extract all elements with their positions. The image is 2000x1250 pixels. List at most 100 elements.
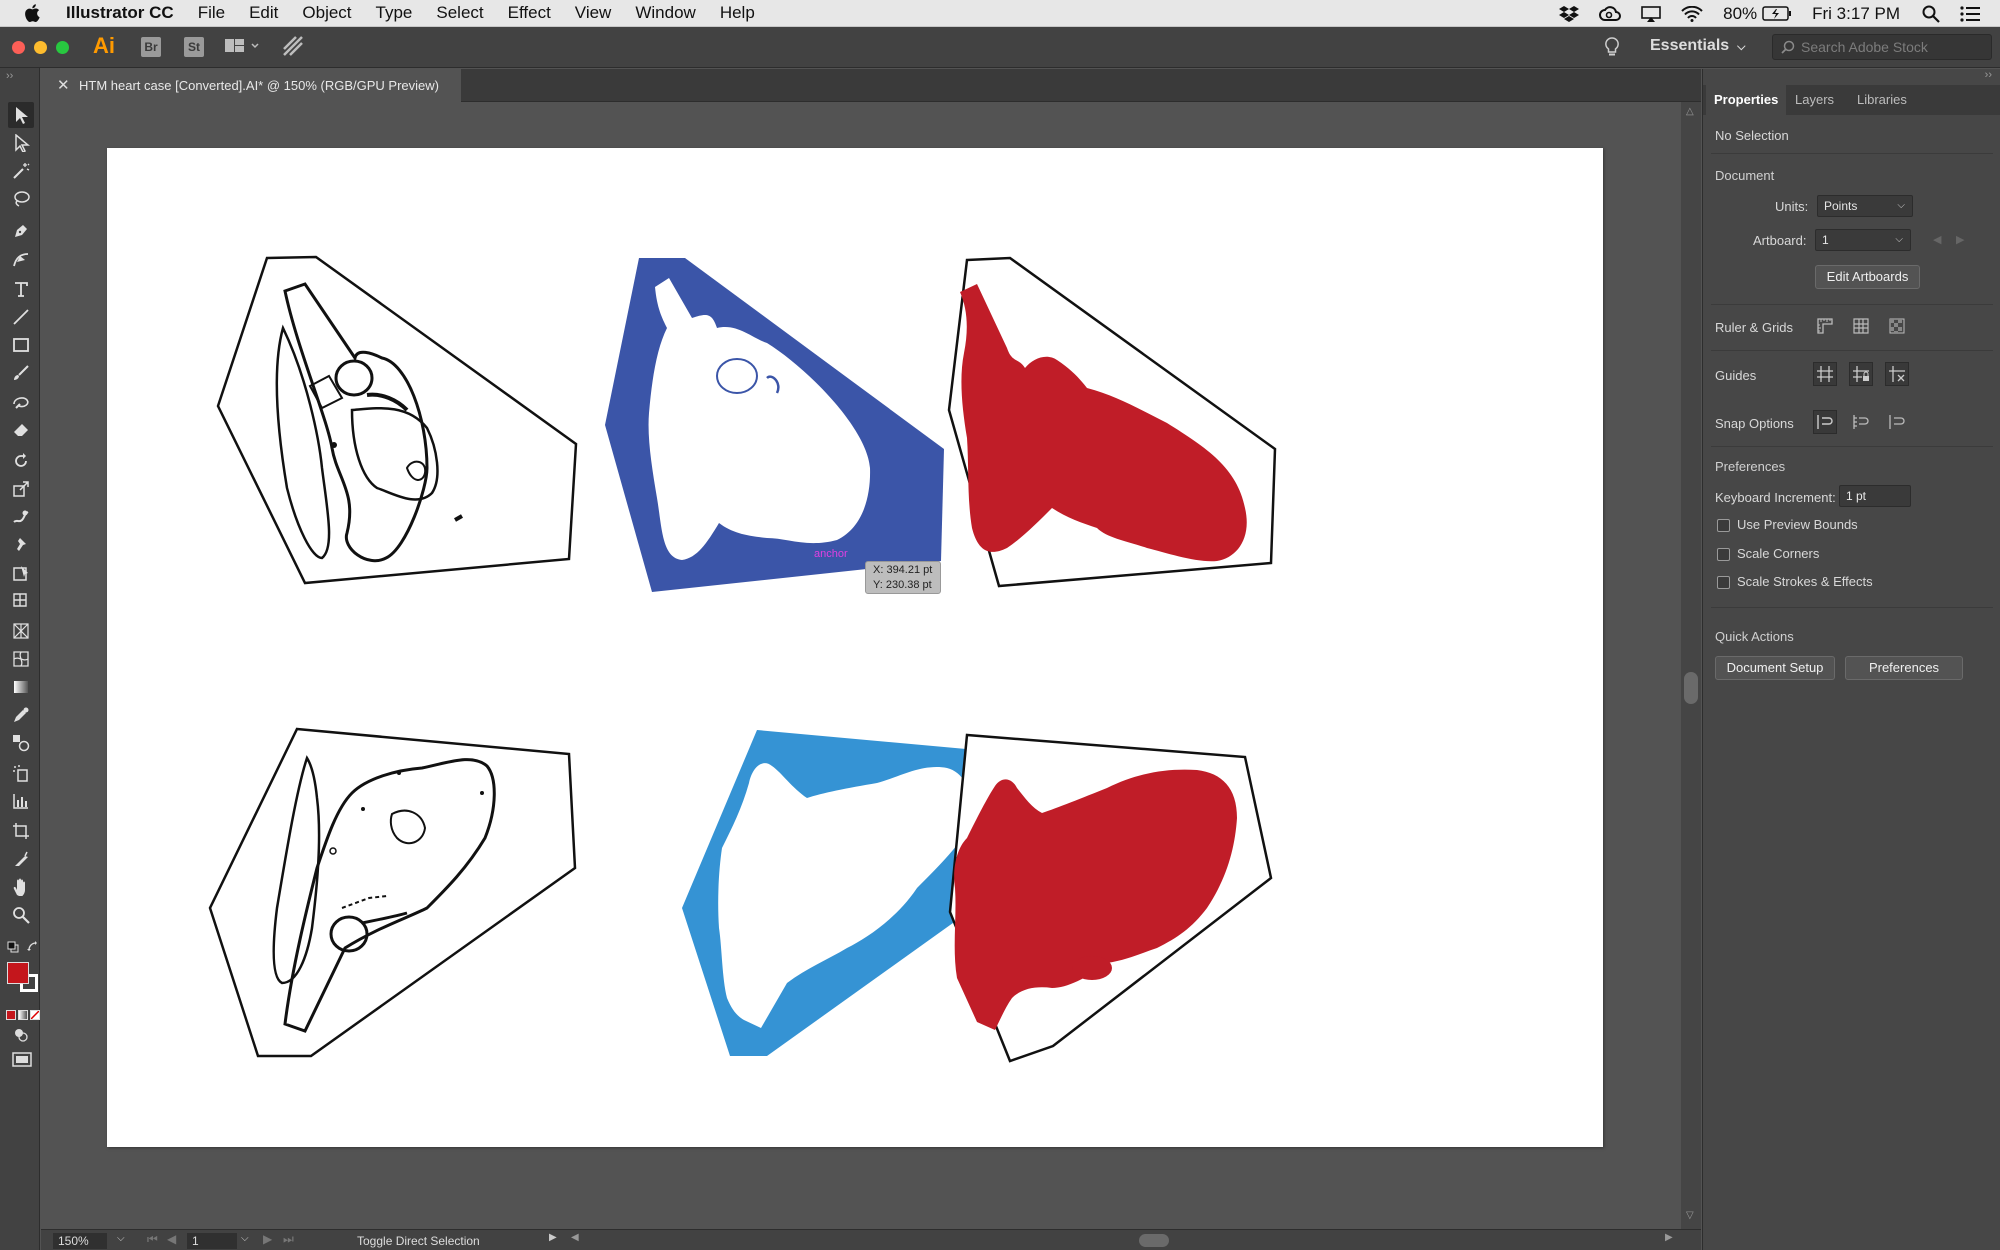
perspective-grid-tool[interactable] (8, 618, 34, 644)
apple-icon[interactable] (22, 2, 44, 24)
tab-layers[interactable]: Layers (1787, 85, 1842, 115)
color-mode-color-icon[interactable] (6, 1010, 16, 1020)
artboard[interactable]: anchor X: 394.21 pt Y: 230.38 pt (107, 148, 1603, 1147)
menu-effect[interactable]: Effect (508, 3, 551, 23)
color-mode-gradient-icon[interactable] (18, 1010, 28, 1020)
color-mode-none-icon[interactable] (30, 1010, 40, 1020)
scroll-right-icon[interactable]: ▶ (1665, 1232, 1673, 1243)
notification-center-icon[interactable] (1960, 5, 1980, 22)
fill-swatch[interactable] (7, 962, 29, 984)
scroll-up-icon[interactable]: △ (1686, 106, 1694, 117)
close-tab-icon[interactable]: ✕ (57, 69, 70, 102)
type-tool[interactable] (8, 276, 34, 302)
swap-fill-stroke-icon[interactable] (27, 940, 39, 958)
tab-libraries[interactable]: Libraries (1849, 85, 1915, 115)
horizontal-scroll-thumb[interactable] (1139, 1234, 1169, 1247)
curvature-tool[interactable] (8, 246, 34, 272)
document-setup-button[interactable]: Document Setup (1715, 656, 1835, 680)
rectangle-tool[interactable] (8, 332, 34, 358)
stock-search-input[interactable]: Search Adobe Stock (1772, 34, 1992, 60)
first-artboard-icon[interactable]: ⏮ (147, 1232, 158, 1247)
scale-corners-label[interactable]: Scale Corners (1737, 546, 1819, 561)
hand-tool[interactable] (8, 874, 34, 900)
smart-guides-icon[interactable] (1885, 362, 1909, 386)
outline-heart-top-left[interactable] (216, 255, 578, 585)
menu-type[interactable]: Type (376, 3, 413, 23)
next-artboard-icon[interactable]: ▶ (263, 1232, 272, 1246)
lock-guides-icon[interactable] (1849, 362, 1873, 386)
status-menu-icon[interactable]: ▶ (549, 1232, 557, 1243)
scroll-left-icon[interactable]: ◀ (571, 1232, 579, 1243)
column-graph-tool[interactable] (8, 788, 34, 814)
artboard-nav-dropdown-icon[interactable]: ⌵ (241, 1233, 249, 1244)
scroll-down-icon[interactable]: ▽ (1686, 1210, 1694, 1221)
menu-edit[interactable]: Edit (249, 3, 278, 23)
previous-artboard-arrow-icon[interactable]: ◀ (1933, 233, 1941, 246)
panel-collapse-icon[interactable]: ›› (6, 70, 13, 82)
grid-toggle-icon[interactable] (1849, 314, 1873, 338)
use-preview-bounds-checkbox[interactable] (1717, 519, 1730, 532)
snap-to-grid-icon[interactable] (1849, 410, 1873, 434)
menu-select[interactable]: Select (436, 3, 483, 23)
menu-view[interactable]: View (575, 3, 612, 23)
scale-strokes-effects-checkbox[interactable] (1717, 576, 1730, 589)
lasso-tool[interactable] (8, 186, 34, 212)
selection-tool[interactable] (8, 102, 34, 128)
transparency-grid-icon[interactable] (1885, 314, 1909, 338)
dropbox-icon[interactable] (1559, 5, 1580, 23)
artboard-tool[interactable] (8, 818, 34, 844)
previous-artboard-icon[interactable]: ◀ (167, 1232, 176, 1246)
drawing-modes-icon[interactable] (14, 1028, 28, 1047)
artboard-select[interactable]: 1 ⌵ (1815, 229, 1911, 251)
shape-builder-tool[interactable] (8, 588, 34, 614)
spotlight-icon[interactable] (1922, 5, 1940, 23)
app-name-menu[interactable]: Illustrator CC (66, 3, 174, 23)
magic-wand-tool[interactable] (8, 158, 34, 184)
default-fill-stroke-icon[interactable] (7, 940, 19, 958)
dark-blue-heart-top-center[interactable] (605, 258, 944, 592)
panel-expand-icon[interactable]: ›› (1985, 69, 1992, 81)
arrange-documents-icon[interactable] (224, 37, 260, 60)
canvas-area[interactable]: anchor X: 394.21 pt Y: 230.38 pt (41, 102, 1681, 1229)
mesh-tool[interactable] (8, 646, 34, 672)
preferences-button[interactable]: Preferences (1845, 656, 1963, 680)
slice-tool[interactable] (8, 846, 34, 872)
scale-tool[interactable] (8, 476, 34, 502)
gradient-tool[interactable] (8, 674, 34, 700)
menu-file[interactable]: File (198, 3, 225, 23)
paintbrush-tool[interactable] (8, 360, 34, 386)
wifi-icon[interactable] (1681, 5, 1703, 22)
tab-properties[interactable]: Properties (1706, 85, 1787, 115)
vertical-scrollbar[interactable]: △ ▽ (1681, 102, 1701, 1229)
creative-cloud-icon[interactable] (1599, 5, 1622, 22)
next-artboard-arrow-icon[interactable]: ▶ (1956, 233, 1964, 246)
free-transform-tool[interactable] (8, 560, 34, 586)
red-heart-bottom-right[interactable] (948, 733, 1273, 1063)
outline-heart-bottom-left[interactable] (208, 727, 577, 1058)
document-tab[interactable]: ✕ HTM heart case [Converted].AI* @ 150% … (41, 69, 461, 102)
menu-window[interactable]: Window (635, 3, 695, 23)
puppet-warp-tool[interactable] (8, 532, 34, 558)
clock[interactable]: Fri 3:17 PM (1812, 4, 1900, 24)
bridge-button[interactable]: Br (141, 37, 161, 57)
gpu-performance-icon[interactable] (282, 35, 304, 62)
units-select[interactable]: Points ⌵ (1817, 195, 1913, 217)
artboard-navigation-field[interactable]: 1 (187, 1233, 237, 1249)
eraser-tool[interactable] (8, 416, 34, 442)
zoom-tool[interactable] (8, 902, 34, 928)
pen-tool[interactable] (8, 218, 34, 244)
last-artboard-icon[interactable]: ⏭ (283, 1232, 294, 1247)
direct-selection-tool[interactable] (8, 130, 34, 156)
symbol-sprayer-tool[interactable] (8, 760, 34, 786)
line-segment-tool[interactable] (8, 304, 34, 330)
keyboard-increment-input[interactable]: 1 pt (1839, 485, 1911, 507)
lightbulb-icon[interactable] (1604, 36, 1620, 63)
stock-button[interactable]: St (184, 37, 204, 57)
rulers-toggle-icon[interactable] (1813, 314, 1837, 338)
edit-artboards-button[interactable]: Edit Artboards (1815, 265, 1920, 289)
scale-strokes-effects-label[interactable]: Scale Strokes & Effects (1737, 574, 1873, 589)
battery-status[interactable]: 80% (1723, 4, 1792, 24)
vertical-scroll-thumb[interactable] (1684, 672, 1698, 704)
scale-corners-checkbox[interactable] (1717, 548, 1730, 561)
snap-to-pixel-icon[interactable] (1885, 410, 1909, 434)
